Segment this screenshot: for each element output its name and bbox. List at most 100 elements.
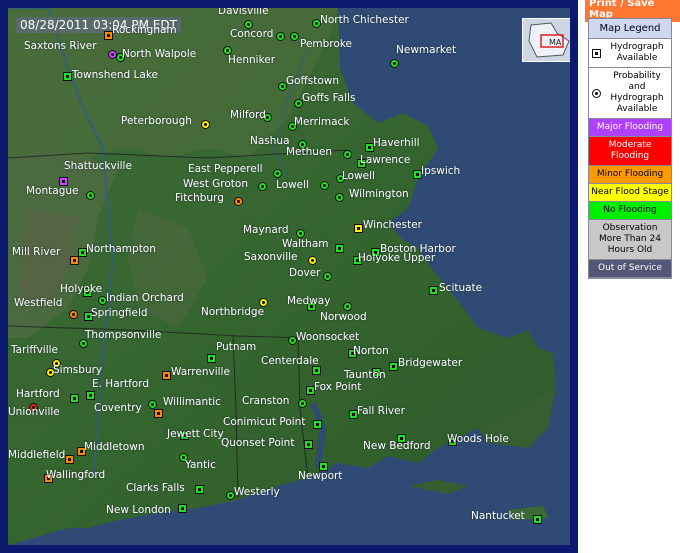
gauge-marker-icon[interactable] [335,193,344,202]
gauge-label[interactable]: Ipswich [421,165,460,177]
gauge-label[interactable]: Fox Point [314,381,361,393]
gauge-label[interactable]: Saxtons River [24,40,97,52]
gauge-label[interactable]: Norton [353,345,389,357]
gauge-label[interactable]: Rockingham [112,24,177,36]
gauge-label[interactable]: Goffstown [286,75,339,87]
gauge-label[interactable]: Springfield [91,307,148,319]
gauge-label[interactable]: Norwood [320,311,367,323]
gauge-label[interactable]: Nashua [250,135,290,147]
gauge-label[interactable]: Putnam [216,341,256,353]
gauge-label[interactable]: Davisville [218,8,269,17]
gauge-label[interactable]: Conimicut Point [223,416,305,428]
inset-map[interactable]: MA [522,18,570,62]
gauge-label[interactable]: Newport [298,470,342,482]
gauge-label[interactable]: Coventry [94,402,142,414]
gauge-label[interactable]: Milford [230,109,266,121]
gauge-marker-icon[interactable] [354,224,363,233]
gauge-marker-icon[interactable] [63,72,72,81]
gauge-marker-icon[interactable] [320,181,329,190]
gauge-label[interactable]: Pembroke [300,38,352,50]
gauge-label[interactable]: Northampton [86,243,156,255]
gauge-label[interactable]: Yantic [185,459,216,471]
gauge-marker-icon[interactable] [162,371,171,380]
gauge-label[interactable]: Winchester [363,219,422,231]
gauge-marker-icon[interactable] [312,366,321,375]
gauge-marker-icon[interactable] [148,400,157,409]
gauge-label[interactable]: Hartford [16,388,60,400]
gauge-label[interactable]: North Walpole [122,48,196,60]
gauge-label[interactable]: Methuen [286,146,332,158]
gauge-marker-icon[interactable] [308,256,317,265]
gauge-label[interactable]: Merrimack [294,116,349,128]
gauge-label[interactable]: Newmarket [396,44,456,56]
gauge-label[interactable]: Taunton [344,369,386,381]
gauge-label[interactable]: Thompsonville [85,329,161,341]
gauge-label[interactable]: Nantucket [471,510,525,522]
flood-map[interactable]: 08/28/2011 03:04 PM EDT MA Davisville Roc… [8,8,570,545]
gauge-label[interactable]: Clarks Falls [126,482,185,494]
gauge-label[interactable]: Concord [230,28,273,40]
gauge-marker-icon[interactable] [273,169,282,178]
gauge-label[interactable]: Middlefield [8,449,65,461]
gauge-label[interactable]: Woonsocket [296,331,359,343]
gauge-marker-icon[interactable] [390,59,399,68]
gauge-label[interactable]: Westerly [234,486,280,498]
gauge-label[interactable]: Fall River [357,405,405,417]
gauge-marker-icon[interactable] [343,302,352,311]
gauge-label[interactable]: Jewett City [167,428,224,440]
gauge-label[interactable]: Waltham [282,238,329,250]
gauge-label[interactable]: Haverhill [373,137,420,149]
gauge-label[interactable]: Townshend Lake [72,69,158,81]
gauge-label[interactable]: Middletown [84,441,144,453]
gauge-label[interactable]: West Groton [183,178,248,190]
gauge-label[interactable]: New London [106,504,171,516]
gauge-label[interactable]: Northbridge [201,306,264,318]
gauge-marker-icon[interactable] [65,455,74,464]
gauge-label[interactable]: Holyoke Upper [358,252,435,264]
gauge-marker-icon[interactable] [296,229,305,238]
gauge-label[interactable]: Scituate [439,282,482,294]
gauge-label[interactable]: Cranston [242,395,289,407]
gauge-marker-icon[interactable] [290,32,299,41]
gauge-marker-icon[interactable] [70,256,79,265]
gauge-marker-icon[interactable] [154,409,163,418]
gauge-label[interactable]: Wallingford [46,469,105,481]
gauge-label[interactable]: Maynard [243,224,289,236]
gauge-label[interactable]: Bridgewater [398,357,462,369]
gauge-label[interactable]: Tariffville [11,344,58,356]
gauge-label[interactable]: Montague [26,185,78,197]
gauge-marker-icon[interactable] [207,354,216,363]
gauge-label[interactable]: North Chichester [320,14,409,26]
gauge-marker-icon[interactable] [195,485,204,494]
gauge-label[interactable]: Unionville [8,406,60,418]
gauge-label[interactable]: Indian Orchard [106,292,184,304]
gauge-marker-icon[interactable] [343,150,352,159]
gauge-label[interactable]: Warrenville [171,366,230,378]
gauge-marker-icon[interactable] [258,182,267,191]
gauge-marker-icon[interactable] [201,120,210,129]
gauge-marker-icon[interactable] [429,286,438,295]
gauge-marker-icon[interactable] [86,391,95,400]
gauge-label[interactable]: Henniker [228,54,275,66]
gauge-label[interactable]: Dover [289,267,321,279]
gauge-marker-icon[interactable] [234,197,243,206]
gauge-label[interactable]: Wilmington [349,188,409,200]
gauge-label[interactable]: Saxonville [244,251,298,263]
gauge-label[interactable]: Goffs Falls [302,92,355,104]
gauge-label[interactable]: Lowell [276,179,309,191]
gauge-marker-icon[interactable] [86,191,95,200]
gauge-marker-icon[interactable] [298,399,307,408]
gauge-marker-icon[interactable] [276,32,285,41]
gauge-label[interactable]: Peterborough [121,115,192,127]
gauge-label[interactable]: Shattuckville [64,160,132,172]
gauge-marker-icon[interactable] [389,362,398,371]
gauge-marker-icon[interactable] [533,515,542,524]
gauge-label[interactable]: Quonset Point [221,437,294,449]
gauge-marker-icon[interactable] [178,504,187,513]
gauge-label[interactable]: Simsbury [53,364,102,376]
gauge-marker-icon[interactable] [313,420,322,429]
gauge-label[interactable]: Centerdale [261,355,319,367]
gauge-marker-icon[interactable] [69,310,78,319]
gauge-label[interactable]: New Bedford [363,440,431,452]
gauge-label[interactable]: Holyoke [60,283,102,295]
